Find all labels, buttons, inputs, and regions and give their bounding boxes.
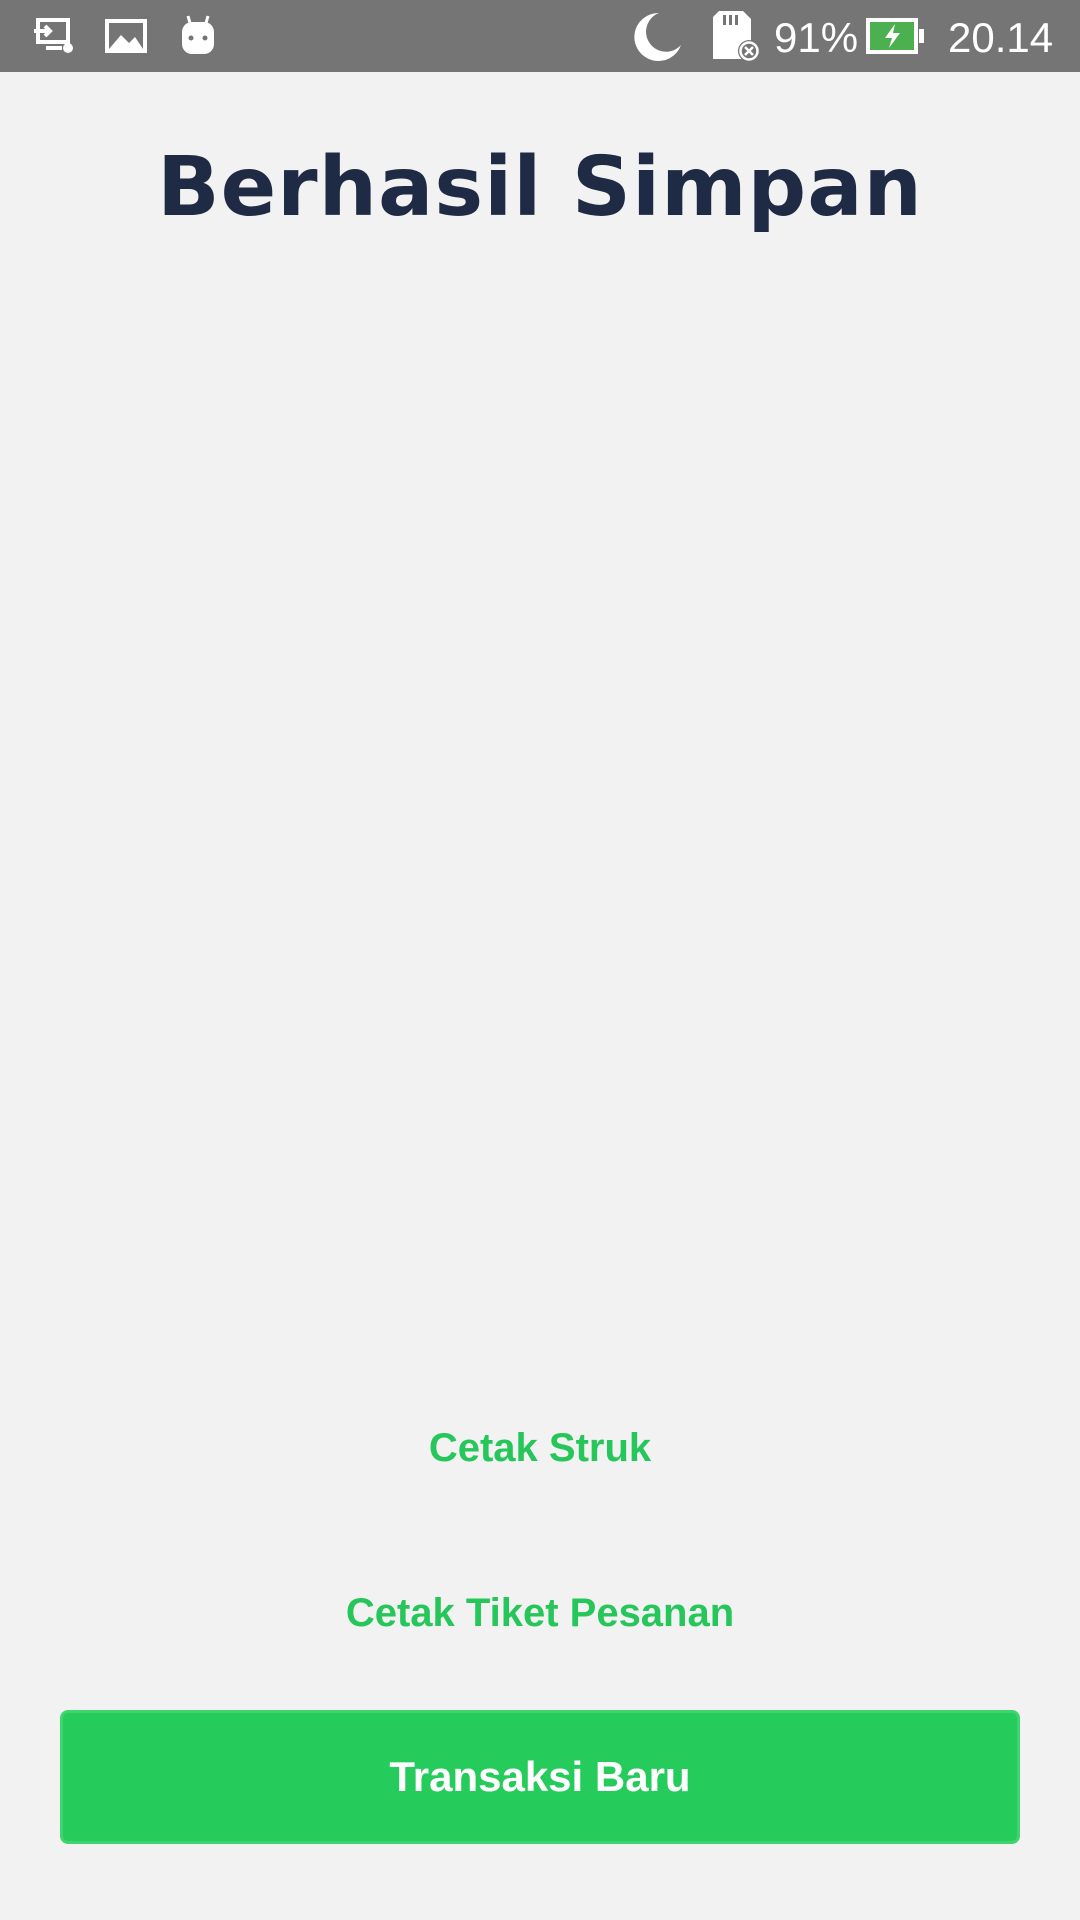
status-bar: 91% 20.14 <box>0 0 1080 72</box>
new-transaction-label: Transaksi Baru <box>389 1753 691 1800</box>
page-title: Berhasil Simpan <box>157 140 923 235</box>
moon-icon <box>628 0 684 72</box>
image-icon <box>104 0 148 72</box>
screen-cast-icon <box>30 0 78 72</box>
clock-time: 20.14 <box>948 14 1054 61</box>
battery-charging-icon <box>864 0 926 72</box>
print-order-ticket-button[interactable]: Cetak Tiket Pesanan <box>0 1591 1080 1636</box>
battery-percent: 91% <box>774 14 859 61</box>
android-icon <box>176 0 220 72</box>
sd-card-error-icon <box>708 0 762 72</box>
print-receipt-button[interactable]: Cetak Struk <box>0 1426 1080 1471</box>
new-transaction-button[interactable]: Transaksi Baru <box>60 1710 1020 1844</box>
